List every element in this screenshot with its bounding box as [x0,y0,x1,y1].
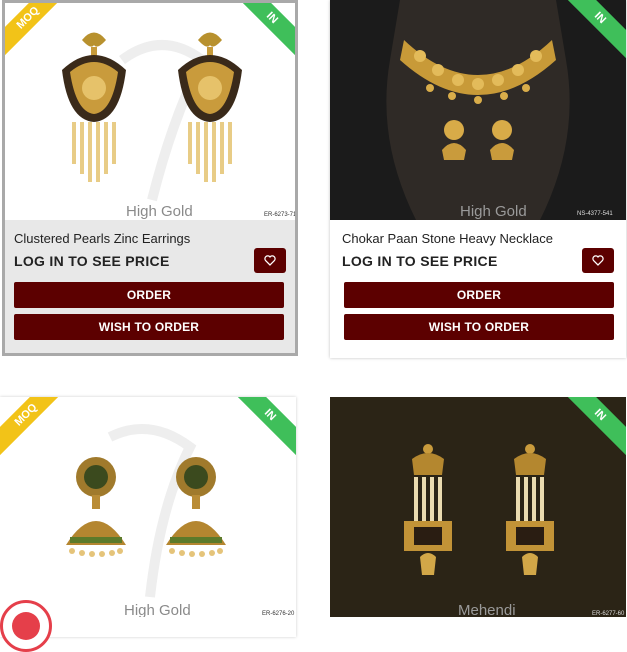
product-image[interactable]: High Gold ER-6273-71 MOQ IN [5,3,297,220]
product-image[interactable]: High Gold ER-6276-20 MOQ IN [0,397,296,617]
product-code: NS-4377-541 [577,211,613,217]
chat-icon [12,612,40,640]
image-watermark: High Gold [460,203,527,220]
heart-icon [592,255,604,266]
image-watermark: High Gold [126,203,193,220]
product-title[interactable]: Chokar Paan Stone Heavy Necklace [342,231,553,246]
product-code: ER-6276-20 [262,611,295,617]
image-watermark: Mehendi [458,602,516,617]
wish-to-order-button[interactable]: WISH TO ORDER [344,314,614,340]
product-image[interactable]: Mehendi ER-6277-60 IN [330,397,626,617]
product-card[interactable]: Mehendi ER-6277-60 IN [330,397,626,637]
price-login-prompt: LOG IN TO SEE PRICE [342,253,498,269]
wishlist-button[interactable] [254,248,286,273]
product-card[interactable]: High Gold NS-4377-541 IN Chokar Paan Sto… [330,0,626,358]
product-code: ER-6277-60 [592,611,625,617]
image-watermark: High Gold [124,602,191,617]
wish-to-order-button[interactable]: WISH TO ORDER [14,314,284,340]
product-title[interactable]: Clustered Pearls Zinc Earrings [14,231,190,246]
product-code: ER-6273-71 [264,212,297,218]
order-button[interactable]: ORDER [14,282,284,308]
order-button[interactable]: ORDER [344,282,614,308]
price-login-prompt: LOG IN TO SEE PRICE [14,253,170,269]
heart-icon [264,255,276,266]
product-card[interactable]: High Gold ER-6276-20 MOQ IN [0,397,296,637]
chat-widget-button[interactable] [0,600,52,652]
wishlist-button[interactable] [582,248,614,273]
product-image[interactable]: High Gold NS-4377-541 IN [330,0,626,220]
product-card[interactable]: High Gold ER-6273-71 MOQ IN Clustered Pe… [2,0,298,356]
